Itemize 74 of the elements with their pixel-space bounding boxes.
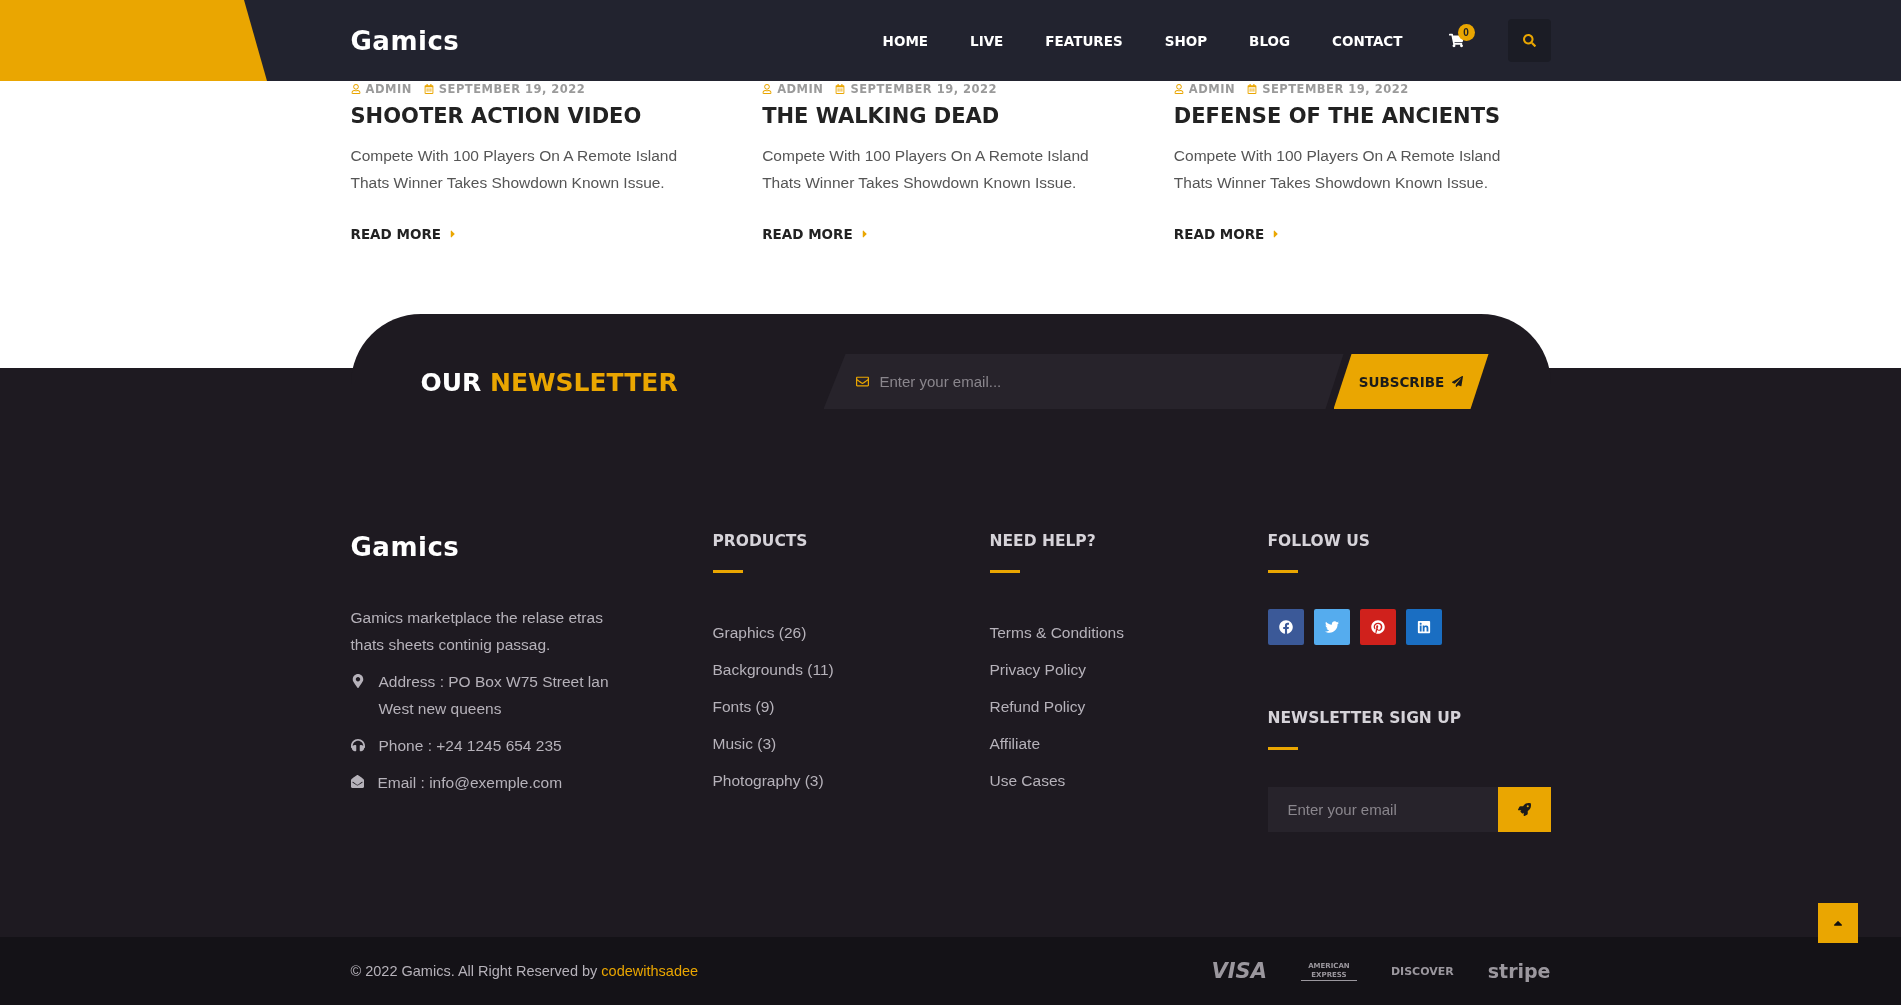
author-link[interactable]: codewithsadee [601,963,699,979]
social-button[interactable] [1313,609,1350,645]
copyright-text: © 2022 Gamics. All Right Reserved by codewithsadee [350,963,699,979]
nav-link[interactable]: FEATURES [1045,32,1123,49]
footer-link[interactable]: Backgrounds (11) [712,658,834,681]
post-date: SEPTEMBER 19, 2022 [423,82,586,96]
calendar-icon [1247,84,1258,94]
calendar-icon [423,84,434,94]
envelope-icon [350,775,364,788]
nav-link[interactable]: SHOP [1164,32,1208,49]
footer-link[interactable]: Affiliate [989,732,1124,755]
nav-link[interactable]: LIVE [970,32,1004,49]
contact-info: Phone : +24 1245 654 235 [378,736,563,756]
email-field[interactable]: Enter your email... [823,354,1344,409]
search-button[interactable] [1507,19,1551,62]
social-button[interactable] [1267,609,1304,645]
post-excerpt: Compete With 100 Players On A Remote Island Thats Winner Takes Showdown Known Issue. [1173,146,1502,193]
post-title: SHOOTER ACTION VIDEO [350,104,643,128]
nav-link[interactable]: BLOG [1249,32,1291,49]
user-icon [1173,84,1184,94]
contact-info: Address : PO Box W75 Street lan West new queens [378,672,610,719]
footer-link[interactable]: Photography (3) [712,769,834,792]
post-title: THE WALKING DEAD [762,104,1001,128]
footer-logo[interactable]: Gamics [350,532,460,562]
footer-link[interactable]: Graphics (26) [712,621,834,644]
column-heading: FOLLOW US [1267,532,1370,550]
facebook-icon [1278,620,1293,634]
linkedin-icon [1416,620,1431,634]
post-author: ADMIN [762,82,824,96]
footer-link[interactable]: Fonts (9) [712,695,834,718]
footer-link[interactable]: Privacy Policy [989,658,1124,681]
footer-link[interactable]: Music (3) [712,732,834,755]
pinterest-icon [1370,620,1385,634]
contact-info: Email : info@exemple.com [377,773,564,793]
cart-count-badge: 0 [1457,24,1475,41]
column-heading: NEWSLETTER SIGN UP [1267,709,1462,727]
rocket-icon [1517,803,1531,816]
read-more-link[interactable]: READ MORE [1173,226,1283,242]
headphones-icon [350,738,365,752]
footer-link[interactable]: Refund Policy [989,695,1124,718]
post-date: SEPTEMBER 19, 2022 [835,82,998,96]
post-date: SEPTEMBER 19, 2022 [1247,82,1409,96]
about-text: Gamics marketplace the relase etras thats sheets continig passag. [350,608,604,655]
footer-link[interactable]: Use Cases [989,769,1124,792]
post-author: ADMIN [1173,82,1236,96]
payment-logo: VISA [1211,959,1267,983]
newsletter-title: OUR NEWSLETTER [420,368,678,397]
post-excerpt: Compete With 100 Players On A Remote Island Thats Winner Takes Showdown Known Issue. [762,146,1090,193]
column-heading: NEED HELP? [989,532,1096,550]
signup-button[interactable] [1497,787,1551,832]
user-icon [350,84,361,94]
nav-link[interactable]: HOME [882,32,929,49]
email-input[interactable]: Enter your email [1267,787,1498,832]
search-icon [1522,34,1536,47]
read-more-link[interactable]: READ MORE [762,226,871,242]
payment-logo: stripe [1487,960,1551,982]
map-pin-icon [350,674,365,688]
user-icon [762,84,773,94]
envelope-icon [855,375,869,388]
read-more-link[interactable]: READ MORE [350,226,459,242]
footer-link[interactable]: Terms & Conditions [989,621,1124,644]
social-button[interactable] [1405,609,1442,645]
post-title: DEFENSE OF THE ANCIENTS [1173,104,1502,128]
subscribe-button[interactable]: SUBSCRIBE [1333,354,1489,409]
social-button[interactable] [1359,609,1396,645]
payment-logo: DISCOVER [1390,964,1454,978]
paper-plane-icon [1452,376,1464,387]
calendar-icon [835,84,846,94]
nav-link[interactable]: CONTACT [1332,32,1403,49]
column-heading: PRODUCTS [712,532,808,550]
post-excerpt: Compete With 100 Players On A Remote Island Thats Winner Takes Showdown Known Issue. [350,146,679,193]
logo[interactable]: Gamics [350,25,460,56]
post-author: ADMIN [350,82,412,96]
twitter-icon [1324,620,1339,634]
